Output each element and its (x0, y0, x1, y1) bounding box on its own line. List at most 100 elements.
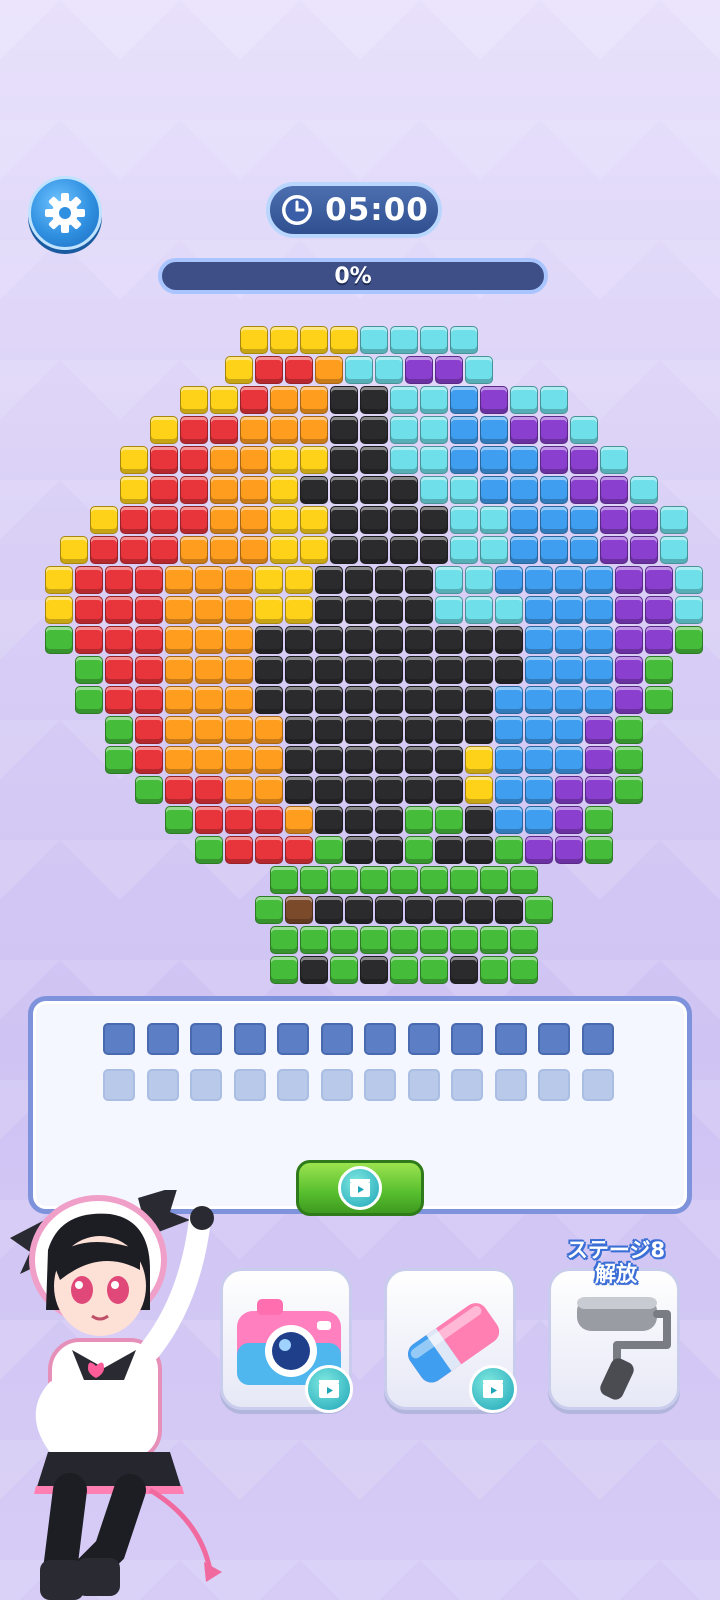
board-cell-red[interactable] (195, 806, 223, 834)
board-cell-cyan[interactable] (570, 416, 598, 444)
board-cell-yellow[interactable] (180, 386, 208, 414)
board-cell-black[interactable] (435, 836, 463, 864)
board-cell-black[interactable] (465, 656, 493, 684)
board-cell-blue[interactable] (495, 686, 523, 714)
board-cell-yellow[interactable] (90, 506, 118, 534)
board-cell-cyan[interactable] (630, 476, 658, 504)
board-cell-red[interactable] (225, 836, 253, 864)
board-cell-black[interactable] (405, 686, 433, 714)
board-cell-brown[interactable] (285, 896, 313, 924)
board-cell-cyan[interactable] (420, 386, 448, 414)
board-cell-yellow[interactable] (255, 596, 283, 624)
board-cell-black[interactable] (375, 566, 403, 594)
board-cell-cyan[interactable] (420, 446, 448, 474)
board-cell-yellow[interactable] (45, 566, 73, 594)
board-cell-green[interactable] (105, 746, 133, 774)
board-cell-green[interactable] (480, 926, 508, 954)
board-cell-cyan[interactable] (495, 596, 523, 624)
board-cell-yellow[interactable] (270, 506, 298, 534)
board-cell-blue[interactable] (555, 566, 583, 594)
board-cell-red[interactable] (180, 506, 208, 534)
board-cell-blue[interactable] (555, 656, 583, 684)
board-cell-red[interactable] (150, 506, 178, 534)
board-cell-black[interactable] (465, 896, 493, 924)
board-cell-orange[interactable] (210, 506, 238, 534)
board-cell-cyan[interactable] (420, 416, 448, 444)
board-cell-red[interactable] (75, 626, 103, 654)
board-cell-green[interactable] (330, 926, 358, 954)
board-cell-yellow[interactable] (270, 326, 298, 354)
board-cell-red[interactable] (135, 686, 163, 714)
board-cell-black[interactable] (360, 476, 388, 504)
board-cell-orange[interactable] (255, 746, 283, 774)
board-cell-red[interactable] (120, 506, 148, 534)
board-cell-black[interactable] (405, 626, 433, 654)
board-cell-orange[interactable] (165, 686, 193, 714)
board-cell-cyan[interactable] (660, 506, 688, 534)
board-cell-cyan[interactable] (420, 476, 448, 504)
board-cell-green[interactable] (315, 836, 343, 864)
board-cell-purple[interactable] (570, 446, 598, 474)
board-cell-yellow[interactable] (465, 746, 493, 774)
board-cell-blue[interactable] (555, 716, 583, 744)
board-cell-cyan[interactable] (675, 596, 703, 624)
board-cell-yellow[interactable] (240, 326, 268, 354)
board-cell-purple[interactable] (600, 476, 628, 504)
board-cell-cyan[interactable] (450, 506, 478, 534)
board-cell-cyan[interactable] (345, 356, 373, 384)
board-cell-orange[interactable] (180, 536, 208, 564)
board-cell-blue[interactable] (585, 566, 613, 594)
board-cell-black[interactable] (375, 686, 403, 714)
board-cell-orange[interactable] (270, 416, 298, 444)
board-cell-orange[interactable] (240, 506, 268, 534)
board-cell-purple[interactable] (540, 446, 568, 474)
board-cell-blue[interactable] (525, 596, 553, 624)
board-cell-black[interactable] (330, 536, 358, 564)
board-cell-purple[interactable] (525, 836, 553, 864)
board-cell-black[interactable] (330, 386, 358, 414)
board-cell-red[interactable] (150, 446, 178, 474)
board-cell-purple[interactable] (615, 596, 643, 624)
board-cell-black[interactable] (405, 896, 433, 924)
board-cell-green[interactable] (300, 926, 328, 954)
board-cell-cyan[interactable] (465, 356, 493, 384)
board-cell-black[interactable] (435, 746, 463, 774)
board-cell-purple[interactable] (645, 566, 673, 594)
board-cell-blue[interactable] (585, 656, 613, 684)
board-cell-blue[interactable] (555, 746, 583, 774)
board-cell-black[interactable] (495, 656, 523, 684)
board-cell-purple[interactable] (600, 536, 628, 564)
board-cell-blue[interactable] (480, 446, 508, 474)
tray-slot[interactable] (581, 1023, 614, 1055)
board-cell-green[interactable] (405, 806, 433, 834)
board-cell-green[interactable] (510, 956, 538, 984)
tray-slot[interactable] (103, 1023, 135, 1055)
tray-slot[interactable] (320, 1023, 353, 1055)
board-cell-yellow[interactable] (150, 416, 178, 444)
board-cell-blue[interactable] (450, 446, 478, 474)
board-cell-purple[interactable] (570, 476, 598, 504)
board-cell-black[interactable] (360, 386, 388, 414)
board-cell-purple[interactable] (585, 746, 613, 774)
tray-slot[interactable] (190, 1023, 222, 1055)
board-cell-blue[interactable] (510, 506, 538, 534)
board-cell-red[interactable] (285, 836, 313, 864)
board-cell-yellow[interactable] (210, 386, 238, 414)
board-cell-black[interactable] (345, 596, 373, 624)
board-cell-blue[interactable] (585, 596, 613, 624)
board-cell-green[interactable] (255, 896, 283, 924)
board-cell-red[interactable] (180, 446, 208, 474)
board-cell-green[interactable] (645, 656, 673, 684)
board-cell-blue[interactable] (510, 536, 538, 564)
board-cell-orange[interactable] (195, 566, 223, 594)
board-cell-black[interactable] (315, 596, 343, 624)
board-cell-red[interactable] (75, 596, 103, 624)
board-cell-black[interactable] (390, 476, 418, 504)
board-cell-black[interactable] (375, 896, 403, 924)
board-cell-black[interactable] (375, 776, 403, 804)
board-cell-black[interactable] (360, 416, 388, 444)
board-cell-black[interactable] (390, 536, 418, 564)
board-cell-orange[interactable] (195, 626, 223, 654)
board-cell-orange[interactable] (240, 416, 268, 444)
board-cell-orange[interactable] (225, 776, 253, 804)
